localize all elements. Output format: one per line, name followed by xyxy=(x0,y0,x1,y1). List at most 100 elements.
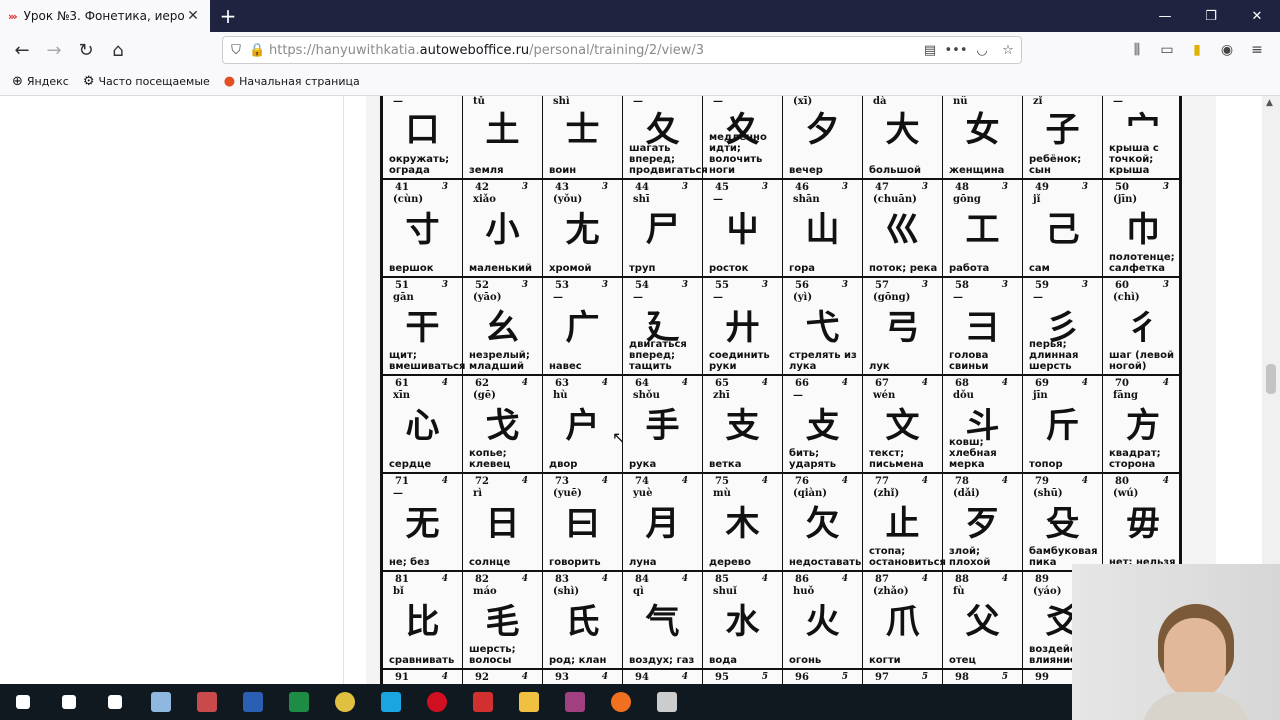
bookmark-most-visited[interactable]: ⚙ Часто посещаемые xyxy=(83,74,210,89)
radical-cell: 49 3 jǐ 己 сам xyxy=(1023,180,1103,276)
radical-character: 毋 xyxy=(1126,504,1160,544)
radical-cell: 60 3 (chì) 彳 шаг (левой ногой) xyxy=(1103,278,1179,374)
taskbar-app[interactable] xyxy=(460,684,506,720)
stroke-count: 3 xyxy=(441,280,448,290)
stroke-count: 3 xyxy=(521,280,528,290)
radical-number: 59 xyxy=(1035,280,1049,291)
minimize-icon[interactable]: — xyxy=(1142,0,1188,32)
radical-cell: 43 3 (yǒu) 尢 хромой xyxy=(543,180,623,276)
taskbar-app[interactable] xyxy=(322,684,368,720)
address-bar[interactable]: ⛉ 🔒 https://hanyuwithkatia.autoweboffice… xyxy=(222,36,1022,64)
close-tab-icon[interactable]: ✕ xyxy=(184,8,202,24)
back-button[interactable]: ← xyxy=(6,34,38,66)
taskbar-app[interactable] xyxy=(230,684,276,720)
radical-cell: 61 4 xīn 心 сердце xyxy=(383,376,463,472)
radical-meaning: маленький xyxy=(469,263,533,274)
radical-character: 弋 xyxy=(805,308,840,348)
stroke-count: 4 xyxy=(921,476,928,486)
taskbar-app[interactable] xyxy=(506,684,552,720)
stroke-count: 4 xyxy=(761,476,768,486)
extension-icon[interactable]: ▮ xyxy=(1182,42,1212,58)
reload-button[interactable]: ↻ xyxy=(70,34,102,66)
bookmark-start-page[interactable]: ● Начальная страница xyxy=(224,74,360,89)
radical-character: 氏 xyxy=(565,602,600,642)
radical-cell: 74 4 yuè 月 луна xyxy=(623,474,703,570)
radical-number: 74 xyxy=(635,476,649,487)
taskbar-app[interactable] xyxy=(184,684,230,720)
close-window-icon[interactable]: ✕ xyxy=(1234,0,1280,32)
radical-number: 94 xyxy=(635,672,649,683)
radical-character: 小 xyxy=(485,210,520,250)
stroke-count: 3 xyxy=(681,280,688,290)
browser-tab[interactable]: ››› Урок №3. Фонетика, иерогли ✕ xyxy=(0,0,210,32)
radical-meaning: огонь xyxy=(789,655,822,666)
radical-meaning: луна xyxy=(629,557,657,568)
taskbar-app[interactable] xyxy=(46,684,92,720)
radical-character: 干 xyxy=(405,308,440,348)
pinyin: shǒu xyxy=(633,390,660,401)
forward-button[interactable]: → xyxy=(38,34,70,66)
radical-cell: 56 3 (yì) 弋 стрелять из лука xyxy=(783,278,863,374)
radical-meaning: ветка xyxy=(709,459,742,470)
pinyin: nǚ xyxy=(953,96,968,107)
forward-arrow-icon: → xyxy=(46,39,62,61)
radical-meaning: ковш; хлебная мерка xyxy=(949,437,997,470)
radical-cell: 95 5 xyxy=(703,670,783,684)
home-button[interactable]: ⌂ xyxy=(102,34,134,66)
pocket-icon[interactable]: ◡ xyxy=(969,43,995,58)
taskbar-app[interactable] xyxy=(598,684,644,720)
taskbar-app[interactable] xyxy=(414,684,460,720)
bookmark-label: Начальная страница xyxy=(239,75,360,88)
radical-character: 日 xyxy=(485,504,520,544)
pinyin: — xyxy=(633,96,643,107)
radical-meaning: земля xyxy=(469,165,504,176)
tab-bar: ››› Урок №3. Фонетика, иерогли ✕ + — ❐ ✕ xyxy=(0,0,1280,32)
sidebar-icon[interactable]: ▭ xyxy=(1152,42,1182,58)
taskbar-app[interactable] xyxy=(644,684,690,720)
pinyin: (chì) xyxy=(1113,292,1140,303)
radical-character: 士 xyxy=(565,110,600,150)
page-actions-icon[interactable]: ••• xyxy=(943,43,969,58)
url-text[interactable]: https://hanyuwithkatia.autoweboffice.ru/… xyxy=(269,43,917,58)
taskbar-app[interactable] xyxy=(276,684,322,720)
scroll-up-icon[interactable]: ▲ xyxy=(1266,98,1273,108)
taskbar-app[interactable] xyxy=(552,684,598,720)
taskbar-app[interactable] xyxy=(0,684,46,720)
search-icon xyxy=(62,695,76,709)
restore-icon[interactable]: ❐ xyxy=(1188,0,1234,32)
scrollbar-thumb[interactable] xyxy=(1266,364,1276,394)
radical-meaning: навес xyxy=(549,361,582,372)
tab-title: Урок №3. Фонетика, иерогли xyxy=(23,9,184,23)
new-tab-button[interactable]: + xyxy=(210,0,246,32)
taskbar-app[interactable] xyxy=(138,684,184,720)
bookmark-star-icon[interactable]: ☆ xyxy=(995,43,1021,58)
account-icon[interactable]: ◉ xyxy=(1212,42,1242,58)
radical-meaning: поток; река xyxy=(869,263,938,274)
reader-view-icon[interactable]: ▤ xyxy=(917,43,943,58)
radical-character: 广 xyxy=(565,308,600,348)
radical-number: 83 xyxy=(555,574,569,585)
stroke-count: 4 xyxy=(841,476,848,486)
pinyin: — xyxy=(393,96,403,107)
stroke-count: 5 xyxy=(841,672,848,682)
library-icon[interactable]: ⫼ xyxy=(1122,42,1152,58)
bookmark-yandex[interactable]: ⊕ Яндекс xyxy=(12,74,69,89)
pinyin: (wú) xyxy=(1113,488,1139,499)
radical-character: 攴 xyxy=(805,406,840,446)
shield-icon[interactable]: ⛉ xyxy=(223,43,249,58)
stroke-count: 3 xyxy=(601,280,608,290)
radical-meaning: шагать вперед; продвигаться xyxy=(629,143,708,176)
radical-cell: 87 4 (zhǎo) 爪 когти xyxy=(863,572,943,668)
taskbar-app[interactable] xyxy=(368,684,414,720)
radical-number: 65 xyxy=(715,378,729,389)
navigation-bar: ← → ↻ ⌂ ⛉ 🔒 https://hanyuwithkatia.autow… xyxy=(0,32,1280,68)
radical-number: 86 xyxy=(795,574,809,585)
lock-icon[interactable]: 🔒 xyxy=(249,43,265,58)
stroke-count: 4 xyxy=(681,574,688,584)
taskbar-app[interactable] xyxy=(92,684,138,720)
radical-meaning: копье; клевец xyxy=(469,448,511,470)
radical-meaning: вершок xyxy=(389,263,434,274)
radical-number: 67 xyxy=(875,378,889,389)
menu-icon[interactable]: ≡ xyxy=(1242,42,1272,58)
radical-number: 42 xyxy=(475,182,489,193)
